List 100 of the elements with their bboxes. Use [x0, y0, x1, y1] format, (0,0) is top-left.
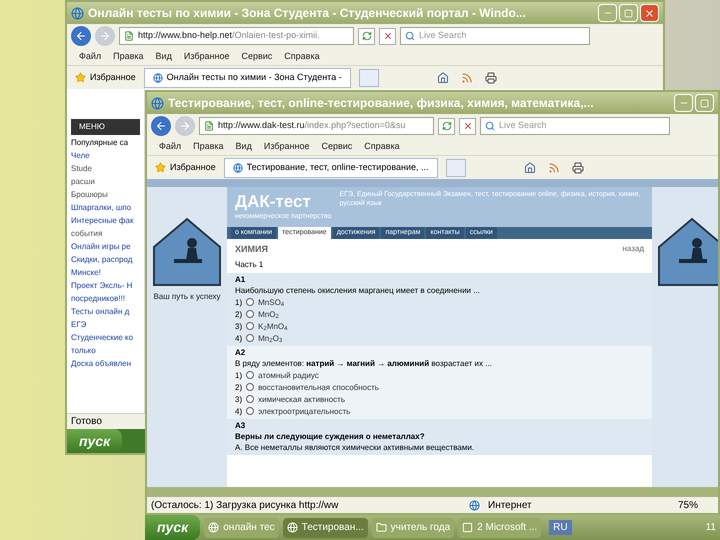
globe-icon — [286, 522, 298, 533]
option-text: MnSO$_{4}$ — [258, 296, 284, 308]
menu-item[interactable]: Справка — [284, 50, 320, 64]
home-icon[interactable] — [436, 72, 449, 84]
page-icon — [204, 121, 214, 131]
menu-item[interactable]: Сервис — [241, 50, 272, 64]
rss-icon[interactable] — [548, 162, 560, 174]
option-text: атомный радиус — [258, 370, 319, 380]
radio-button[interactable] — [246, 407, 254, 415]
refresh-button[interactable] — [438, 118, 455, 134]
option-number: 2) — [235, 382, 242, 392]
radio-button[interactable] — [246, 383, 254, 391]
printer-icon[interactable] — [572, 162, 584, 174]
maximize-icon — [700, 98, 709, 108]
section-heading: Популярные са — [71, 138, 130, 148]
status-text: (Осталось: 1) Загрузка рисунка http://ww — [151, 498, 340, 512]
sidebar-link[interactable]: Тесты онлайн д — [71, 307, 140, 317]
sidebar-text: расши — [71, 177, 96, 187]
favorites-button[interactable]: Избранное — [75, 70, 136, 84]
radio-button[interactable] — [246, 395, 254, 403]
favorites-button[interactable]: Избранное — [155, 160, 216, 174]
address-text: http://www.dak-test.ru/index.php?section=0&su — [218, 119, 406, 132]
menu-tab[interactable]: МЕНЮ — [71, 119, 140, 135]
house-drawing — [657, 217, 718, 287]
option-text: Mn$_{2}$O$_{3}$ — [258, 332, 282, 344]
start-button[interactable]: пуск — [145, 515, 200, 540]
start-button[interactable]: пуск — [67, 429, 122, 453]
option-number: 1) — [235, 370, 242, 380]
taskbar-button[interactable]: Тестирован... — [282, 518, 368, 538]
menu-item[interactable]: Файл — [159, 140, 182, 154]
sidebar-link[interactable]: Доска объявлен — [71, 359, 140, 369]
close-button[interactable] — [640, 4, 659, 22]
sidebar-link[interactable]: Студенческие ко — [71, 333, 140, 343]
stop-button[interactable] — [379, 28, 396, 44]
zoom-level[interactable]: 75% — [678, 498, 714, 512]
question-text: В ряду элементов: натрий → магний → алюминий возрастает их ... — [235, 358, 493, 368]
back-link[interactable]: назад — [622, 243, 644, 256]
globe-icon — [232, 162, 243, 172]
part-title: Часть 1 — [234, 258, 264, 270]
radio-button[interactable] — [246, 310, 254, 318]
sidebar-link[interactable]: Проект Эксль- Н — [71, 281, 140, 291]
option-text: MnO$_{2}$ — [258, 308, 279, 320]
menu-item[interactable]: Справка — [364, 140, 400, 154]
menu-item[interactable]: Сервис — [321, 140, 352, 154]
maximize-icon — [624, 8, 633, 18]
menu-item[interactable]: Правка — [193, 140, 224, 154]
stop-button[interactable] — [459, 118, 476, 134]
back-arrow-icon — [75, 30, 87, 42]
forward-arrow-icon — [179, 120, 191, 132]
refresh-button[interactable] — [358, 28, 375, 44]
address-field[interactable]: http://www.bno-help.net/Onlaien-test-po-ximii. — [119, 27, 354, 45]
sidebar-link[interactable]: Шпаргалки, шпо — [71, 203, 140, 213]
back-button[interactable] — [71, 26, 91, 46]
sidebar-link[interactable]: только — [71, 346, 140, 356]
sidebar-link[interactable]: Онлайн игры ре — [71, 242, 140, 252]
sidebar-text: Stude — [71, 164, 93, 174]
option-text: восстановительная способность — [258, 382, 379, 392]
window-icon — [462, 522, 474, 533]
close-icon — [644, 8, 655, 18]
language-indicator[interactable]: RU — [549, 520, 572, 535]
sidebar-link[interactable]: посредников!!! — [71, 294, 140, 304]
radio-button[interactable] — [246, 322, 254, 330]
window-title: Тестирование, тест, online-тестирование, физика, химия, математика,... — [168, 95, 594, 112]
rss-icon[interactable] — [460, 72, 473, 84]
browser-tab[interactable]: Тестирование, тест, online-тестирование, ... — [224, 158, 438, 178]
tab-label: Тестирование, тест, online-тестирование, ... — [246, 160, 429, 174]
sidebar-link[interactable]: Скидки, распрод — [71, 255, 140, 265]
radio-button[interactable] — [246, 334, 254, 342]
browser-tab[interactable]: Онлайн тесты по химии - Зона Студента - — [144, 68, 351, 88]
globe-icon — [151, 96, 164, 110]
horizontal-scrollbar[interactable] — [147, 487, 718, 497]
star-icon — [155, 162, 166, 173]
sidebar-link[interactable]: Интересные фак — [71, 216, 140, 226]
menu-item[interactable]: Избранное — [264, 140, 310, 154]
refresh-icon — [362, 31, 372, 41]
radio-button[interactable] — [246, 371, 254, 379]
statement-text: А. Все неметаллы являются химически активными веществами. — [235, 442, 476, 452]
stop-icon — [462, 121, 472, 131]
sidebar-link[interactable]: ЕГЭ — [71, 320, 140, 330]
printer-icon[interactable] — [484, 72, 497, 84]
menu-item[interactable]: Вид — [236, 140, 252, 154]
menu-item[interactable]: Файл — [79, 50, 102, 64]
back-arrow-icon — [155, 120, 167, 132]
menu-item[interactable]: Вид — [156, 50, 172, 64]
address-field[interactable]: http://www.dak-test.ru/index.php?section=0&su — [199, 117, 434, 135]
menu-item[interactable]: Правка — [113, 50, 144, 64]
option-number: 1) — [235, 296, 242, 308]
search-icon — [405, 31, 415, 41]
radio-button[interactable] — [246, 298, 254, 306]
home-icon[interactable] — [524, 162, 536, 174]
sidebar-text: события — [71, 229, 104, 239]
sidebar-text: Брошюры — [71, 190, 109, 200]
option-text: химическая активность — [258, 394, 345, 404]
sidebar-link[interactable]: Челе — [71, 151, 140, 161]
option-text: K$_{2}$MnO$_{4}$ — [258, 320, 288, 332]
page-icon — [124, 31, 134, 41]
sidebar-link[interactable]: Минске! — [71, 268, 140, 278]
back-button[interactable] — [151, 116, 171, 136]
banner-caption: Ваш путь к успеху — [153, 291, 221, 303]
menu-item[interactable]: Избранное — [184, 50, 230, 64]
